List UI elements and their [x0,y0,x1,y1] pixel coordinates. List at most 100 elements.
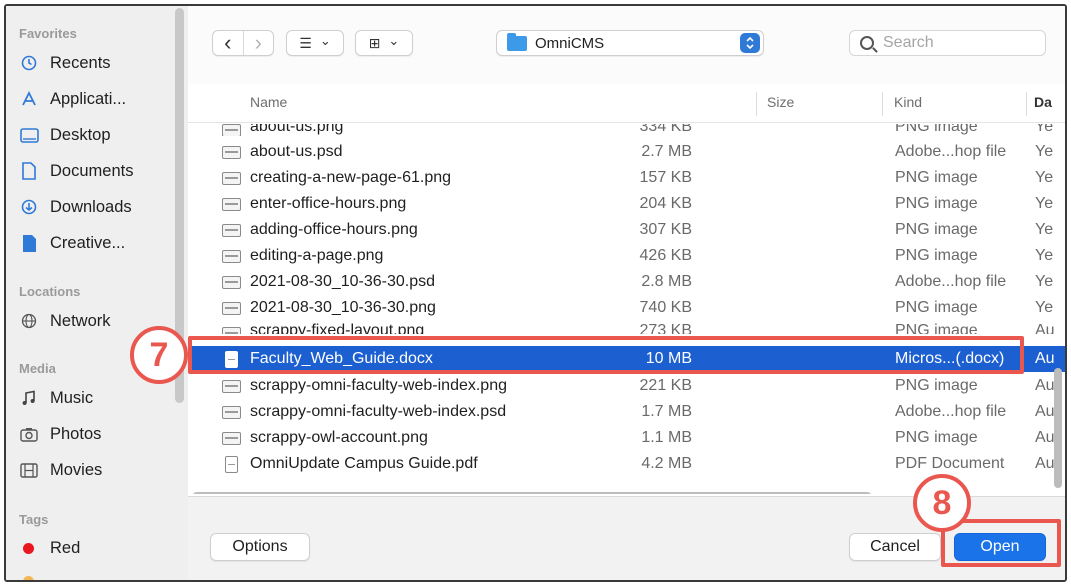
file-date: Au [1035,322,1055,334]
file-kind: PNG image [895,195,978,212]
globe-icon [19,311,39,331]
file-date: Ye [1035,143,1054,160]
sidebar-item-photos[interactable]: Photos [19,419,169,449]
desktop-icon [19,125,39,145]
file-date: Au [1035,403,1055,420]
navigation-segment: ‹ › [212,30,274,56]
file-size: 334 KB [639,124,692,135]
file-row[interactable]: editing-a-page.png 426 KB PNG image Ye [188,243,1065,269]
image-file-icon [222,301,241,315]
folder-path-popup[interactable]: OmniCMS [496,30,764,56]
chevron-down-icon: ⌄ [319,33,331,48]
column-header-name[interactable]: Name [250,94,287,110]
file-date: Au [1035,455,1055,472]
sidebar-item-downloads[interactable]: Downloads [19,192,169,222]
file-name: enter-office-hours.png [250,195,407,212]
file-row[interactable]: creating-a-new-page-61.png 157 KB PNG im… [188,165,1065,191]
search-icon [860,36,874,50]
forward-button[interactable]: › [244,30,274,55]
file-row[interactable]: adding-office-hours.png 307 KB PNG image… [188,217,1065,243]
image-file-icon [222,197,241,211]
file-row[interactable]: about-us.psd 2.7 MB Adobe...hop file Ye [188,139,1065,165]
file-date: Ye [1035,299,1054,316]
file-kind: PNG image [895,169,978,186]
sidebar-item-applications[interactable]: Applicati... [19,84,169,114]
file-name: scrappy-owl-account.png [250,429,428,446]
file-row[interactable]: 2021-08-30_10-36-30.png 740 KB PNG image… [188,295,1065,321]
file-date: Ye [1035,169,1054,186]
column-divider[interactable] [1026,92,1027,116]
file-size: 740 KB [639,299,692,316]
file-kind: Adobe...hop file [895,273,1007,290]
sidebar-item-label: Music [50,388,94,407]
file-row[interactable]: OmniUpdate Campus Guide.pdf 4.2 MB PDF D… [188,451,1065,477]
file-kind: PDF Document [895,455,1005,472]
sidebar-item-label: Network [50,311,111,330]
cancel-button[interactable]: Cancel [849,533,941,561]
image-file-icon [222,145,241,159]
column-divider[interactable] [756,92,757,116]
column-header-kind[interactable]: Kind [894,94,922,110]
file-row[interactable]: scrappy-omni-faculty-web-index.png 221 K… [188,373,1065,399]
camera-icon [19,424,39,444]
sidebar-item-tag-partial[interactable] [19,566,169,580]
column-header-date[interactable]: Da [1034,94,1052,110]
file-size: 2.7 MB [641,143,692,160]
file-size: 273 KB [639,322,692,334]
column-divider[interactable] [882,92,883,116]
sidebar-item-label: Applicati... [50,89,127,108]
image-file-icon [222,327,241,334]
file-icon [19,233,39,253]
file-size: 4.2 MB [641,455,692,472]
file-size: 426 KB [639,247,692,264]
file-name: about-us.png [250,124,344,135]
file-date: Au [1035,377,1055,394]
file-row[interactable]: enter-office-hours.png 204 KB PNG image … [188,191,1065,217]
download-icon [19,197,39,217]
chevron-down-icon: ⌄ [388,33,400,48]
search-input[interactable] [883,34,1033,52]
back-button[interactable]: ‹ [213,30,244,55]
file-date: Ye [1035,247,1054,264]
file-size: 1.7 MB [641,403,692,420]
highlight-selected-file [188,336,1024,374]
file-name: scrappy-omni-faculty-web-index.png [250,377,507,394]
toolbar: ‹ › ☰ ⌄ ⊞ ⌄ OmniCMS [188,6,1065,84]
file-row[interactable]: about-us.png 334 KB PNG image Ye [188,124,1065,136]
sidebar-heading-favorites: Favorites [19,26,77,41]
list-view-button[interactable]: ☰ ⌄ [286,30,344,56]
file-kind: PNG image [895,429,978,446]
file-row[interactable]: scrappy-fixed-layout.png 273 KB PNG imag… [188,321,1065,334]
file-kind: PNG image [895,221,978,238]
horizontal-scrollbar[interactable] [192,492,872,494]
file-row[interactable]: scrappy-omni-faculty-web-index.psd 1.7 M… [188,399,1065,425]
sidebar-item-documents[interactable]: Documents [19,156,169,186]
sidebar-item-tag-red[interactable]: Red [19,533,169,563]
file-kind: PNG image [895,124,978,135]
sidebar-item-music[interactable]: Music [19,383,169,413]
sidebar-item-recents[interactable]: Recents [19,48,169,78]
sidebar-item-label: Downloads [50,197,132,216]
file-size: 204 KB [639,195,692,212]
sidebar-item-label: Movies [50,460,103,479]
sidebar-heading-media: Media [19,361,56,376]
step-badge-8: 8 [913,474,971,532]
file-row[interactable]: 2021-08-30_10-36-30.psd 2.8 MB Adobe...h… [188,269,1065,295]
step-badge-7: 7 [130,326,188,384]
file-kind: PNG image [895,322,978,334]
options-button[interactable]: Options [210,533,310,561]
sidebar-item-desktop[interactable]: Desktop [19,120,169,150]
vertical-scrollbar[interactable] [1054,368,1062,488]
file-name: OmniUpdate Campus Guide.pdf [250,455,478,472]
sidebar-item-movies[interactable]: Movies [19,455,169,485]
column-header-size[interactable]: Size [767,94,794,110]
search-field[interactable] [849,30,1046,56]
file-name: 2021-08-30_10-36-30.png [250,299,436,316]
sidebar-item-creative[interactable]: Creative... [19,228,169,258]
music-note-icon [19,388,39,408]
group-view-button[interactable]: ⊞ ⌄ [355,30,413,56]
chevron-left-icon: ‹ [224,30,232,55]
chevron-right-icon: › [254,30,262,55]
file-row[interactable]: scrappy-owl-account.png 1.1 MB PNG image… [188,425,1065,451]
file-kind: Adobe...hop file [895,143,1007,160]
